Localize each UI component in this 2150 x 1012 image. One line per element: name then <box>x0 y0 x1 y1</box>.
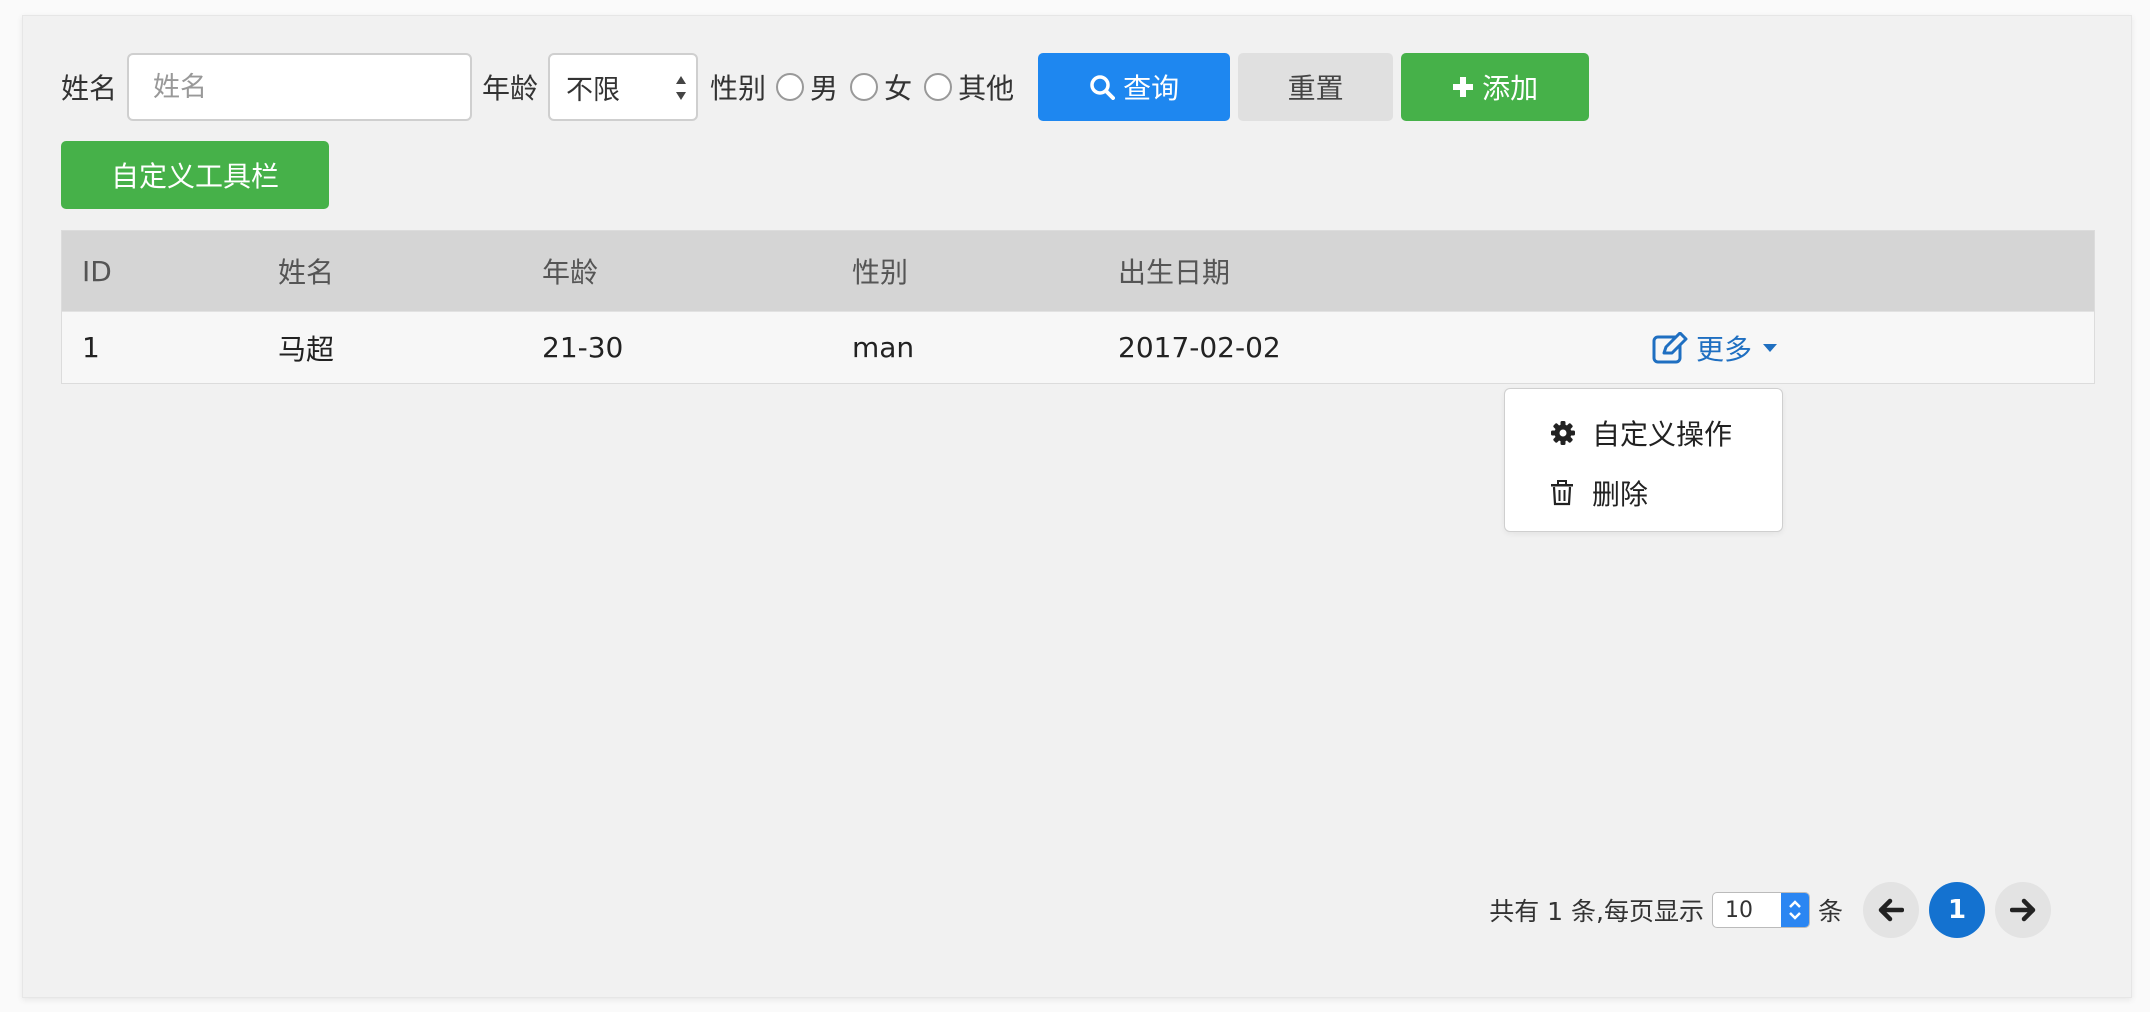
gender-radio-male[interactable] <box>776 73 805 101</box>
column-header-id: ID <box>82 254 112 288</box>
custom-toolbar-label: 自定义工具栏 <box>110 160 279 193</box>
cell-age: 21-30 <box>542 331 624 364</box>
plus-icon <box>1452 76 1474 98</box>
pagination: 共有 1 条,每页显示 10 条 1 <box>1489 882 2051 938</box>
gender-option-label: 其他 <box>958 72 1015 105</box>
search-bar: 姓名 年龄 不限 性别 男 女 其他 查询 <box>61 52 1590 122</box>
query-button-label: 查询 <box>1123 72 1180 105</box>
trash-icon <box>1550 480 1576 506</box>
search-icon <box>1089 74 1116 100</box>
cell-birth: 2017-02-02 <box>1118 331 1281 364</box>
column-header-name: 姓名 <box>278 256 335 289</box>
data-table: ID 姓名 年龄 性别 出生日期 1 马超 21-30 man 2017-02-… <box>61 230 2095 384</box>
reset-button-label: 重置 <box>1287 72 1344 105</box>
more-actions-dropdown: 自定义操作 删除 <box>1504 388 1783 532</box>
column-header-birth: 出生日期 <box>1118 256 1231 289</box>
stepper-arrows-icon[interactable] <box>1780 893 1809 927</box>
more-actions-button[interactable]: 更多 <box>1652 312 1778 383</box>
dropdown-item-delete[interactable]: 删除 <box>1505 463 1782 523</box>
gear-icon <box>1550 420 1576 446</box>
gender-radio-other[interactable] <box>924 73 953 101</box>
column-header-gender: 性别 <box>852 256 909 289</box>
gender-radio-female[interactable] <box>850 73 879 101</box>
table-row: 1 马超 21-30 man 2017-02-02 更多 <box>62 311 2094 383</box>
dropdown-item-label: 自定义操作 <box>1592 418 1733 451</box>
age-select-value: 不限 <box>566 74 621 106</box>
page-button-current[interactable]: 1 <box>1929 882 1985 938</box>
dropdown-item-label: 删除 <box>1592 478 1649 511</box>
add-button[interactable]: 添加 <box>1401 53 1590 121</box>
reset-button[interactable]: 重置 <box>1238 53 1394 121</box>
add-button-label: 添加 <box>1482 72 1539 105</box>
arrow-right-icon <box>2010 898 2036 922</box>
cell-gender: man <box>852 331 915 364</box>
edit-icon <box>1652 331 1688 363</box>
table-header-row: ID 姓名 年龄 性别 出生日期 <box>62 231 2094 311</box>
arrow-left-icon <box>1878 898 1904 922</box>
cell-id: 1 <box>82 331 100 364</box>
pagination-unit: 条 <box>1817 897 1843 926</box>
age-select[interactable]: 不限 <box>548 53 699 121</box>
query-button[interactable]: 查询 <box>1038 53 1231 121</box>
gender-option-label: 女 <box>884 72 913 105</box>
gender-option-label: 男 <box>810 72 839 105</box>
main-panel: 姓名 年龄 不限 性别 男 女 其他 查询 <box>22 15 2132 998</box>
name-label: 姓名 <box>61 72 118 105</box>
dropdown-item-custom-action[interactable]: 自定义操作 <box>1505 403 1782 463</box>
name-input[interactable] <box>127 53 473 121</box>
more-actions-label: 更多 <box>1696 332 1753 366</box>
custom-toolbar-button[interactable]: 自定义工具栏 <box>61 141 329 209</box>
pagination-total-text: 共有 1 条,每页显示 <box>1489 897 1704 926</box>
page-size-value: 10 <box>1724 897 1753 923</box>
select-arrows-icon <box>676 76 687 100</box>
next-page-button[interactable] <box>1995 882 2051 938</box>
page-size-stepper[interactable]: 10 <box>1711 892 1810 928</box>
cell-name: 马超 <box>278 332 335 366</box>
gender-radio-group: 男 女 其他 <box>776 67 1020 107</box>
column-header-age: 年龄 <box>542 256 599 289</box>
age-label: 年龄 <box>482 72 539 105</box>
gender-label: 性别 <box>710 72 767 105</box>
caret-down-icon <box>1763 343 1778 352</box>
prev-page-button[interactable] <box>1863 882 1919 938</box>
